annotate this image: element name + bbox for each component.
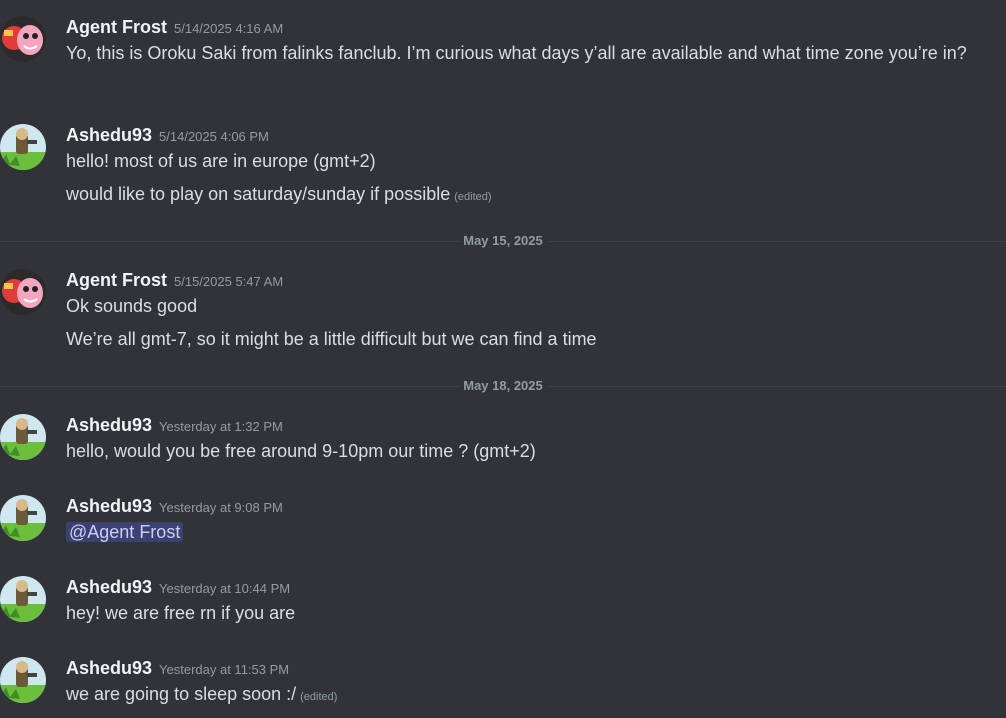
user-avatar[interactable] bbox=[0, 576, 46, 622]
username[interactable]: Agent Frost bbox=[66, 17, 167, 37]
timestamp[interactable]: Yesterday at 9:08 PM bbox=[159, 500, 283, 515]
date-divider: May 18, 2025 bbox=[0, 378, 1006, 394]
message-line-text: we are going to sleep soon :/ bbox=[66, 684, 297, 704]
username[interactable]: Ashedu93 bbox=[66, 658, 152, 678]
message-header: Ashedu93 Yesterday at 9:08 PM bbox=[66, 495, 283, 519]
timestamp[interactable]: 5/14/2025 4:16 AM bbox=[174, 21, 283, 36]
user-avatar[interactable] bbox=[0, 657, 46, 703]
message-text: hello, would you be free around 9-10pm o… bbox=[66, 441, 536, 461]
date-divider-label: May 15, 2025 bbox=[459, 233, 547, 249]
message-text: Ok sounds good bbox=[66, 296, 198, 316]
chat-log: Agent Frost 5/14/2025 4:16 AM Yo, this is… bbox=[0, 0, 1006, 718]
user-avatar[interactable] bbox=[0, 269, 46, 315]
message-header: Ashedu93 5/14/2025 4:06 PM bbox=[66, 124, 269, 148]
message-text: hey! we are free rn if you are bbox=[66, 603, 296, 623]
date-divider-label: May 18, 2025 bbox=[459, 378, 547, 394]
edited-label: (edited) bbox=[454, 191, 492, 203]
message-text: would like to play on saturday/sunday if… bbox=[66, 181, 492, 211]
user-avatar[interactable] bbox=[0, 124, 46, 170]
message-header: Agent Frost 5/14/2025 4:16 AM bbox=[66, 16, 283, 40]
timestamp[interactable]: Yesterday at 11:53 PM bbox=[159, 662, 289, 677]
message-text: @Agent Frost bbox=[66, 519, 184, 546]
username[interactable]: Ashedu93 bbox=[66, 125, 152, 145]
message-text: Yo, this is Oroku Saki from falinks fanc… bbox=[66, 43, 967, 63]
message-group: Agent Frost 5/15/2025 5:47 AM Ok sounds g… bbox=[0, 269, 1006, 359]
message-text: we are going to sleep soon :/(edited) bbox=[66, 681, 337, 711]
message-text: We’re all gmt-7, so it might be a little… bbox=[66, 329, 597, 349]
message-header: Ashedu93 Yesterday at 1:32 PM bbox=[66, 414, 283, 438]
message-group: Ashedu93 5/14/2025 4:06 PM hello! most of… bbox=[0, 124, 1006, 214]
username[interactable]: Ashedu93 bbox=[66, 415, 152, 435]
message-group: Ashedu93 Yesterday at 10:44 PM hey! we ar… bbox=[0, 576, 1006, 632]
username[interactable]: Agent Frost bbox=[66, 270, 167, 290]
message-header: Agent Frost 5/15/2025 5:47 AM bbox=[66, 269, 283, 293]
user-avatar[interactable] bbox=[0, 414, 46, 460]
timestamp[interactable]: 5/14/2025 4:06 PM bbox=[159, 129, 269, 144]
message-group: Agent Frost 5/14/2025 4:16 AM Yo, this is… bbox=[0, 16, 1006, 96]
message-group: Ashedu93 Yesterday at 1:32 PM hello, woul… bbox=[0, 414, 1006, 470]
message-header: Ashedu93 Yesterday at 11:53 PM bbox=[66, 657, 289, 681]
username[interactable]: Ashedu93 bbox=[66, 577, 152, 597]
edited-label: (edited) bbox=[300, 691, 338, 703]
timestamp[interactable]: 5/15/2025 5:47 AM bbox=[174, 274, 283, 289]
message-group: Ashedu93 Yesterday at 11:53 PM we are goi… bbox=[0, 657, 1006, 713]
message-header: Ashedu93 Yesterday at 10:44 PM bbox=[66, 576, 290, 600]
timestamp[interactable]: Yesterday at 1:32 PM bbox=[159, 419, 283, 434]
username[interactable]: Ashedu93 bbox=[66, 496, 152, 516]
message-text: hello! most of us are in europe (gmt+2) bbox=[66, 151, 376, 171]
date-divider: May 15, 2025 bbox=[0, 233, 1006, 249]
message-line-text: would like to play on saturday/sunday if… bbox=[66, 184, 451, 204]
user-mention[interactable]: @Agent Frost bbox=[66, 522, 184, 542]
user-avatar[interactable] bbox=[0, 16, 46, 62]
user-avatar[interactable] bbox=[0, 495, 46, 541]
timestamp[interactable]: Yesterday at 10:44 PM bbox=[159, 581, 290, 596]
message-group: Ashedu93 Yesterday at 9:08 PM @Agent Fros… bbox=[0, 495, 1006, 551]
